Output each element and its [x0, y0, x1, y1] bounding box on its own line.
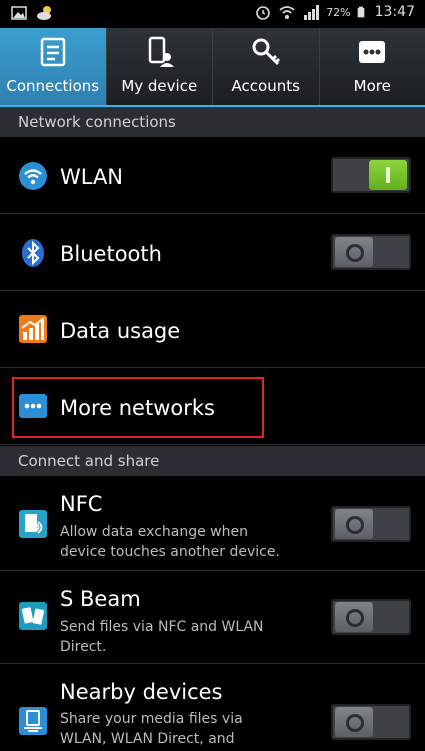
data-usage-icon — [19, 315, 47, 343]
s-beam-label: S Beam — [60, 587, 141, 611]
gallery-icon — [11, 6, 27, 20]
wifi-icon — [19, 162, 47, 190]
nearby-devices-description-line1: Share your media files via — [60, 711, 243, 727]
nfc-toggle[interactable] — [331, 506, 411, 542]
s-beam-icon — [19, 602, 47, 630]
tab-accounts[interactable]: Accounts — [213, 28, 320, 105]
battery-icon — [357, 6, 364, 18]
wlan-label: WLAN — [60, 165, 124, 189]
settings-row-data-usage[interactable]: Data usage — [0, 291, 425, 368]
bluetooth-label: Bluetooth — [60, 242, 162, 266]
more-icon — [359, 41, 386, 63]
wifi-signal-icon — [279, 6, 295, 19]
tab-my-device[interactable]: My device — [107, 28, 213, 105]
status-bar: 72% 13:47 — [0, 0, 425, 28]
tab-label: More — [353, 77, 391, 95]
nearby-devices-icon — [19, 707, 47, 735]
toggle-knob — [335, 509, 373, 539]
settings-row-nearby-devices[interactable]: Nearby devices Share your media files vi… — [0, 664, 425, 751]
nearby-devices-description-line2: WLAN, WLAN Direct, and — [60, 731, 235, 747]
toggle-knob — [335, 237, 373, 267]
toggle-knob — [335, 602, 373, 632]
tab-more[interactable]: More — [320, 28, 425, 105]
nfc-icon — [19, 510, 47, 538]
nfc-label: NFC — [60, 492, 103, 516]
settings-row-wlan[interactable]: WLAN — [0, 137, 425, 214]
clock: 13:47 — [374, 4, 415, 20]
connections-icon — [40, 37, 65, 67]
toggle-knob — [335, 707, 373, 737]
s-beam-description-line2: Direct. — [60, 639, 107, 655]
settings-tabs: Connections My device Accounts More — [0, 28, 425, 107]
s-beam-toggle[interactable] — [331, 599, 411, 635]
tab-label: Accounts — [231, 77, 300, 95]
data-usage-label: Data usage — [60, 319, 181, 343]
tab-connections[interactable]: Connections — [0, 28, 107, 105]
s-beam-description-line1: Send files via NFC and WLAN — [60, 619, 264, 635]
nearby-devices-toggle[interactable] — [331, 704, 411, 740]
battery-percent: 72% — [326, 5, 351, 19]
nearby-devices-label: Nearby devices — [60, 680, 223, 704]
tab-label: Connections — [6, 77, 100, 95]
tab-label: My device — [121, 77, 198, 95]
section-header-connect: Connect and share — [0, 446, 425, 476]
key-icon — [252, 38, 280, 66]
nfc-description-line1: Allow data exchange when — [60, 524, 248, 540]
bluetooth-toggle[interactable] — [331, 234, 411, 270]
device-icon — [149, 36, 175, 67]
cell-signal-icon — [304, 5, 320, 20]
toggle-knob — [369, 160, 407, 190]
weather-icon — [37, 6, 51, 20]
highlight-box — [12, 377, 264, 438]
alarm-icon — [256, 6, 270, 20]
nfc-description-line2: device touches another device. — [60, 544, 280, 560]
settings-row-nfc[interactable]: NFC Allow data exchange when device touc… — [0, 476, 425, 571]
settings-row-s-beam[interactable]: S Beam Send files via NFC and WLAN Direc… — [0, 571, 425, 664]
section-header-network: Network connections — [0, 107, 425, 137]
bluetooth-icon — [22, 239, 44, 267]
wlan-toggle[interactable] — [331, 157, 411, 193]
settings-row-bluetooth[interactable]: Bluetooth — [0, 214, 425, 291]
